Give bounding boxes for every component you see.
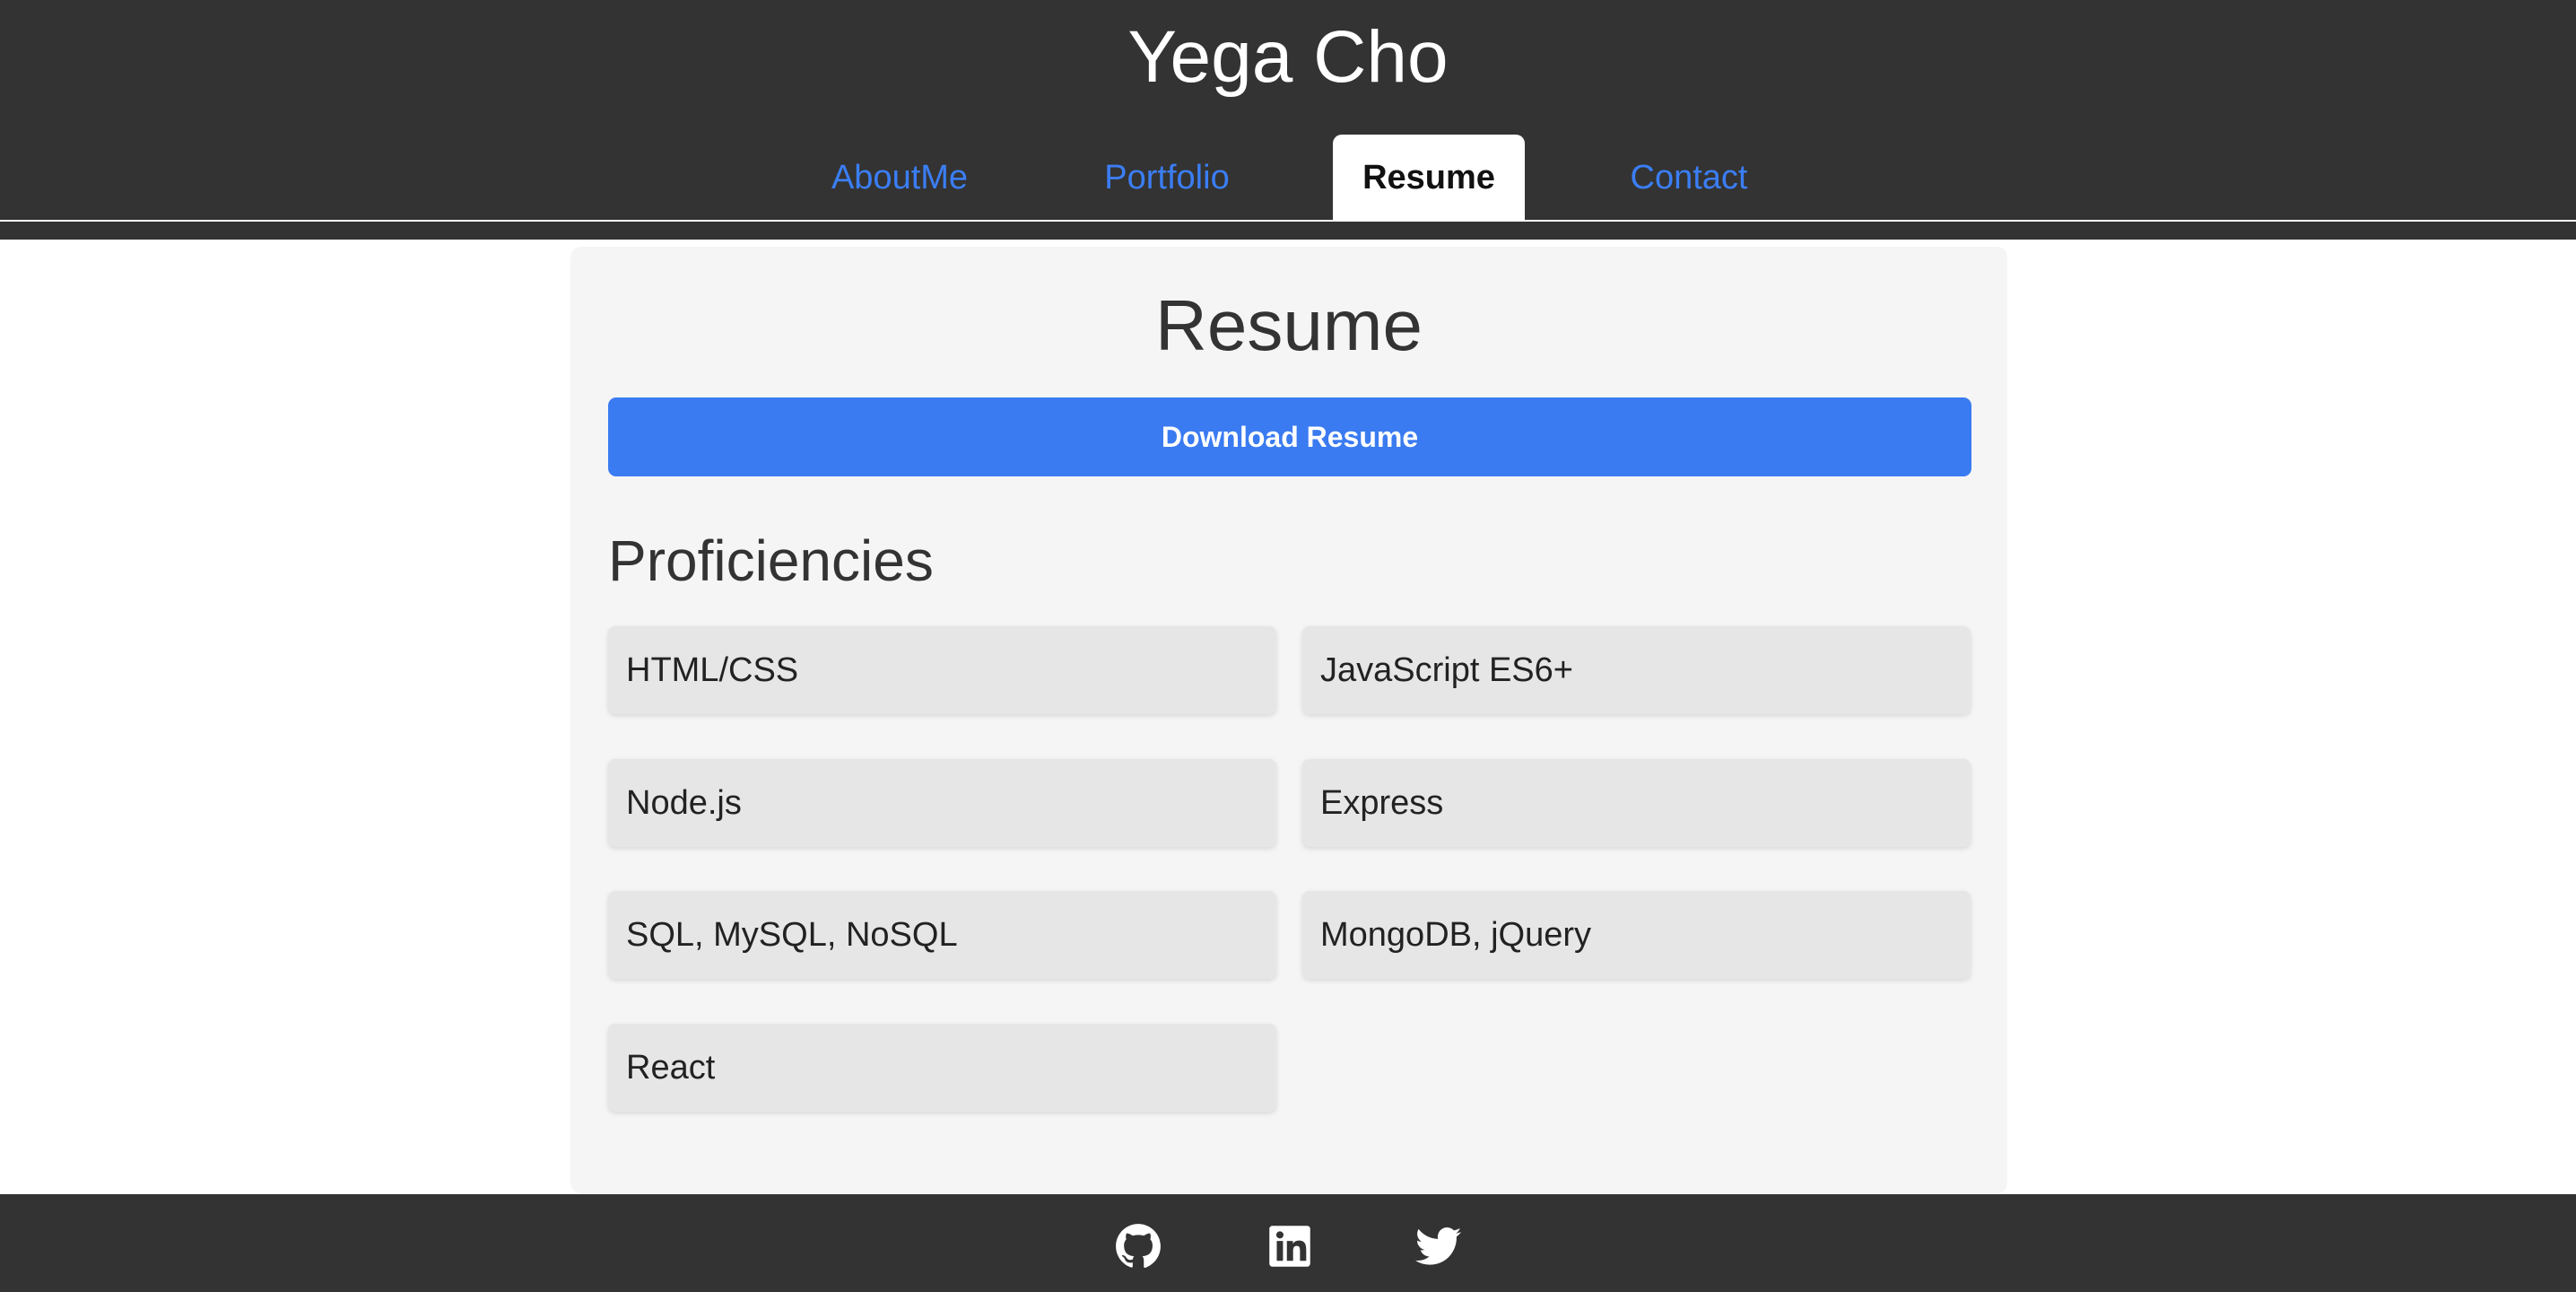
nav-link-resume[interactable]: Resume xyxy=(1333,135,1525,221)
download-resume-button[interactable]: Download Resume xyxy=(608,397,1971,476)
proficiency-item: HTML/CSS xyxy=(608,626,1276,714)
site-header: Yega Cho AboutMe Portfolio Resume Contac… xyxy=(0,0,2576,240)
site-footer xyxy=(0,1194,2576,1292)
proficiencies-heading: Proficiencies xyxy=(608,528,934,593)
page-title: Resume xyxy=(1155,285,1423,365)
linkedin-icon-svg xyxy=(1269,1226,1310,1267)
page: Yega Cho AboutMe Portfolio Resume Contac… xyxy=(0,0,2576,1292)
site-title: Yega Cho xyxy=(1127,16,1449,98)
github-icon-svg xyxy=(1116,1224,1161,1269)
nav-link-contact[interactable]: Contact xyxy=(1601,135,1777,221)
proficiency-item: React xyxy=(608,1024,1276,1112)
github-icon[interactable] xyxy=(1115,1223,1162,1270)
proficiency-item: JavaScript ES6+ xyxy=(1302,626,1971,714)
nav-divider xyxy=(0,220,2576,222)
twitter-icon-svg xyxy=(1415,1227,1462,1265)
resume-card: Resume Download Resume Proficiencies HTM… xyxy=(570,247,2007,1193)
linkedin-icon[interactable] xyxy=(1266,1223,1313,1270)
twitter-icon[interactable] xyxy=(1415,1223,1462,1270)
proficiency-item: Express xyxy=(1302,759,1971,847)
proficiency-item: Node.js xyxy=(608,759,1276,847)
proficiency-item: SQL, MySQL, NoSQL xyxy=(608,891,1276,979)
nav-link-aboutme[interactable]: AboutMe xyxy=(813,135,987,221)
nav-link-portfolio[interactable]: Portfolio xyxy=(1075,135,1258,221)
proficiency-item: MongoDB, jQuery xyxy=(1302,891,1971,979)
